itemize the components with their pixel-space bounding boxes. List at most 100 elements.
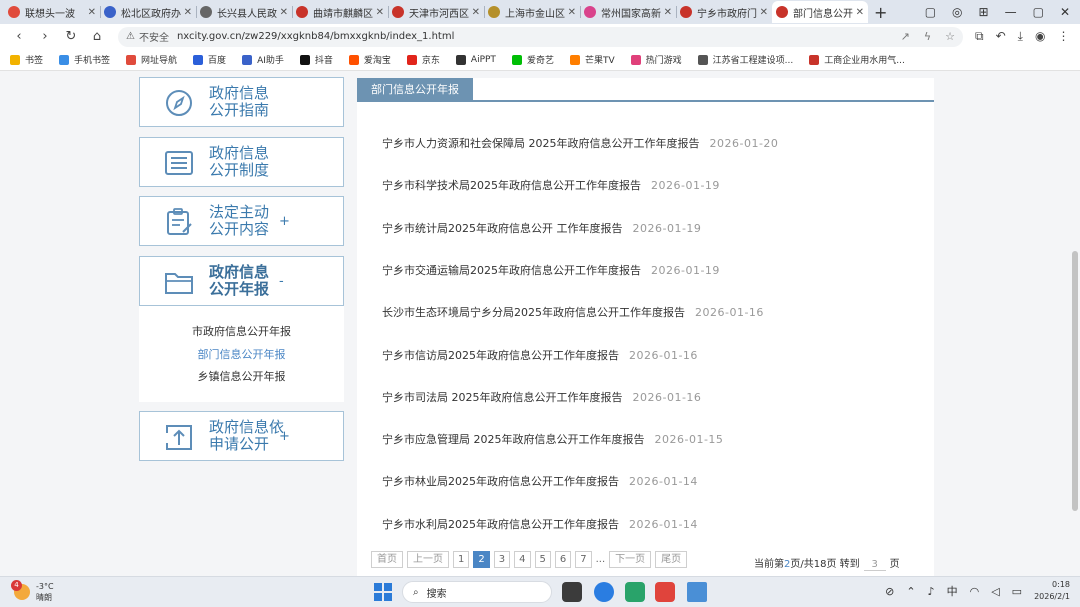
menu-system[interactable]: 政府信息 公开制度: [139, 137, 344, 187]
bookmark-item[interactable]: 百度: [193, 53, 226, 66]
tab-7[interactable]: 宁乡市政府门户✕: [676, 1, 772, 23]
wifi-icon[interactable]: ◠: [970, 585, 980, 598]
no-sign-icon[interactable]: ⊘: [885, 585, 894, 598]
report-title-link[interactable]: 宁乡市统计局2025年政府信息公开 工作年度报告: [382, 222, 623, 235]
close-tab-icon[interactable]: ✕: [88, 7, 96, 18]
close-tab-icon[interactable]: ✕: [184, 7, 192, 18]
close-tab-icon[interactable]: ✕: [376, 7, 384, 18]
lightning-icon[interactable]: ϟ: [924, 30, 931, 43]
page-number-button[interactable]: 7: [575, 551, 592, 568]
tab-6[interactable]: 常州国家高新区✕: [580, 1, 676, 23]
close-tab-icon[interactable]: ✕: [664, 7, 672, 18]
submenu-department-report[interactable]: 部门信息公开年报: [139, 346, 344, 362]
start-button[interactable]: [374, 583, 392, 601]
bookmark-item[interactable]: 抖音: [299, 53, 333, 66]
ime-indicator[interactable]: 中: [947, 583, 958, 599]
taskbar-search[interactable]: ⌕ 搜索: [402, 581, 552, 603]
undo-icon[interactable]: ↶: [996, 29, 1006, 44]
star-icon[interactable]: ☆: [945, 30, 955, 43]
report-title-link[interactable]: 宁乡市水利局2025年政府信息公开工作年度报告: [382, 518, 619, 531]
bookmark-item[interactable]: AiPPT: [455, 54, 496, 65]
task-view-icon[interactable]: [562, 582, 582, 602]
close-tab-icon[interactable]: ✕: [472, 7, 480, 18]
tab-5[interactable]: 上海市金山区 ✕: [484, 1, 580, 23]
prev-page-button[interactable]: 上一页: [407, 551, 449, 568]
download-icon[interactable]: ⤓: [1018, 29, 1023, 44]
tab-2[interactable]: 长兴县人民政府✕: [196, 1, 292, 23]
bookmark-item[interactable]: 爱淘宝: [348, 53, 391, 66]
collapse-icon[interactable]: -: [279, 274, 284, 289]
new-tab-button[interactable]: +: [874, 3, 887, 22]
bookmark-item[interactable]: AI助手: [242, 53, 284, 66]
clock[interactable]: 0:18 2026/2/1: [1034, 579, 1070, 603]
forward-button[interactable]: ›: [34, 29, 56, 44]
close-tab-icon[interactable]: ✕: [280, 7, 288, 18]
close-tab-icon[interactable]: ✕: [760, 7, 768, 18]
bookmark-item[interactable]: 工商企业用水用气...: [809, 53, 905, 66]
weather-widget[interactable]: 4 -3°C 晴朗: [11, 580, 54, 603]
report-title-link[interactable]: 宁乡市应急管理局 2025年政府信息公开工作年度报告: [382, 433, 645, 446]
tab-3[interactable]: 曲靖市麒麟区 ✕: [292, 1, 388, 23]
tab-1[interactable]: 松北区政府办公✕: [100, 1, 196, 23]
submenu-township-report[interactable]: 乡镇信息公开年报: [139, 368, 344, 384]
page-number-button[interactable]: 1: [453, 551, 470, 568]
wechat-icon[interactable]: [655, 582, 675, 602]
last-page-button[interactable]: 尾页: [655, 551, 688, 568]
menu-application[interactable]: 政府信息依 申请公开 +: [139, 411, 344, 461]
expand-icon[interactable]: +: [279, 214, 290, 229]
share-icon[interactable]: ↗: [901, 30, 910, 43]
more-menu-icon[interactable]: ⋮: [1057, 29, 1069, 44]
tab-4[interactable]: 天津市河西区 ✕: [388, 1, 484, 23]
bookmark-item[interactable]: 网址导航: [126, 53, 177, 66]
maximize-button[interactable]: ▢: [1033, 5, 1044, 19]
submenu-city-report[interactable]: 市政府信息公开年报: [139, 323, 344, 339]
report-title-link[interactable]: 长沙市生态环境局宁乡分局2025年政府信息公开工作年度报告: [382, 306, 685, 319]
close-tab-icon[interactable]: ✕: [568, 7, 576, 18]
report-title-link[interactable]: 宁乡市科学技术局2025年政府信息公开工作年度报告: [382, 179, 641, 192]
close-window-button[interactable]: ✕: [1060, 5, 1070, 19]
page-number-button[interactable]: 5: [534, 551, 551, 568]
tab-0[interactable]: 联想头一波 ✕: [4, 1, 100, 23]
screen-app-icon[interactable]: [625, 582, 645, 602]
profile-icon[interactable]: ◉: [1035, 29, 1045, 44]
page-scrollbar[interactable]: [1070, 71, 1080, 576]
edge-browser-icon[interactable]: [594, 582, 614, 602]
menu-guide[interactable]: 政府信息 公开指南: [139, 77, 344, 127]
report-title-link[interactable]: 宁乡市林业局2025年政府信息公开工作年度报告: [382, 475, 619, 488]
page-number-button[interactable]: 6: [554, 551, 572, 568]
goto-page-input[interactable]: 3: [863, 559, 886, 571]
menu-statutory[interactable]: 法定主动 公开内容 +: [139, 196, 344, 246]
close-tab-icon[interactable]: ✕: [856, 7, 864, 18]
address-input[interactable]: ⚠ 不安全 nxcity.gov.cn/zw229/xxgknb84/bmxxg…: [118, 26, 963, 47]
expand-icon[interactable]: +: [279, 429, 290, 444]
back-button[interactable]: ‹: [8, 29, 30, 44]
report-title-link[interactable]: 宁乡市信访局2025年政府信息公开工作年度报告: [382, 349, 619, 362]
extensions-icon[interactable]: ◎: [952, 5, 962, 19]
tab-8[interactable]: 部门信息公开年报✕: [772, 1, 868, 23]
report-title-link[interactable]: 宁乡市司法局 2025年政府信息公开工作年度报告: [382, 391, 623, 404]
report-title-link[interactable]: 宁乡市人力资源和社会保障局 2025年政府信息公开工作年度报告: [382, 137, 700, 150]
bookmark-item[interactable]: 手机书签: [59, 53, 110, 66]
bookmark-item[interactable]: 江苏省工程建设项...: [697, 53, 793, 66]
extensions-puzzle-icon[interactable]: ⧉: [975, 29, 984, 44]
bookmark-item[interactable]: 京东: [406, 53, 440, 66]
tool-app-icon[interactable]: [687, 582, 707, 602]
page-number-button[interactable]: 4: [514, 551, 531, 568]
page-number-button[interactable]: 2: [473, 551, 490, 568]
first-page-button[interactable]: 首页: [371, 551, 403, 568]
bookmark-item[interactable]: 书签: [10, 53, 43, 66]
volume-icon[interactable]: ◁: [991, 585, 999, 598]
bookmark-item[interactable]: 爱奇艺: [511, 53, 554, 66]
next-page-button[interactable]: 下一页: [609, 551, 652, 568]
tab-actions-icon[interactable]: ▢: [925, 5, 936, 19]
battery-icon[interactable]: ▭: [1012, 585, 1022, 598]
up-arrow-icon[interactable]: ⌃: [906, 585, 915, 598]
reload-button[interactable]: ↻: [60, 29, 82, 44]
bookmark-item[interactable]: 热门游戏: [630, 53, 682, 66]
page-number-button[interactable]: 3: [493, 551, 511, 568]
report-title-link[interactable]: 宁乡市交通运输局2025年政府信息公开工作年度报告: [382, 264, 641, 277]
home-button[interactable]: ⌂: [86, 29, 108, 44]
bookmark-item[interactable]: 芒果TV: [569, 53, 615, 66]
split-view-icon[interactable]: ⊞: [979, 5, 989, 19]
minimize-button[interactable]: —: [1005, 5, 1017, 19]
